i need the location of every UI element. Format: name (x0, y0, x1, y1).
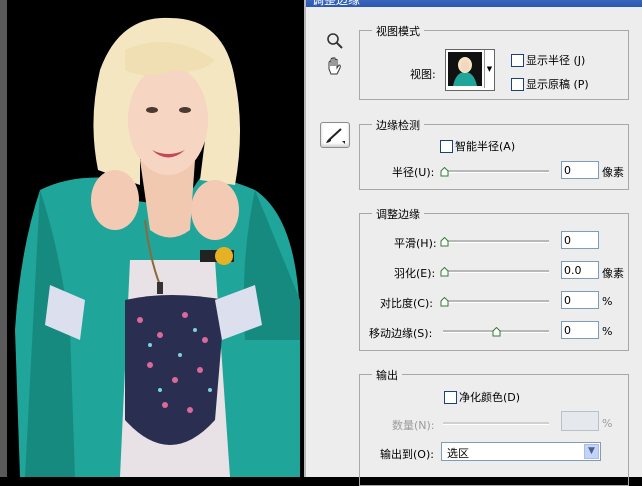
smooth-label: 平滑(H): (394, 237, 437, 250)
output-to-value: 选区 (447, 447, 469, 460)
feather-input[interactable]: 0.0 (561, 261, 599, 279)
adjust-edge-legend: 调整边缘 (372, 206, 424, 222)
amount-slider-track (443, 422, 549, 425)
edge-detection-group: 边缘检测 (359, 117, 629, 190)
view-label: 视图: (410, 68, 436, 81)
view-mode-picker[interactable]: ▼ (445, 49, 495, 91)
contrast-input[interactable]: 0 (561, 291, 599, 309)
contrast-unit: % (602, 295, 613, 308)
portrait-photo (15, 17, 300, 477)
radius-input[interactable]: 0 (561, 161, 599, 179)
shift-edge-input[interactable]: 0 (561, 321, 599, 339)
output-to-select[interactable]: 选区 ▼ (441, 442, 601, 461)
radius-slider-track[interactable] (443, 170, 549, 173)
canvas-preview[interactable] (0, 0, 304, 477)
contrast-slider-thumb[interactable] (440, 297, 449, 307)
smooth-input[interactable]: 0 (561, 231, 599, 249)
feather-slider-thumb[interactable] (440, 267, 449, 277)
view-mode-legend: 视图模式 (372, 23, 424, 39)
hand-icon[interactable] (324, 57, 342, 75)
show-original-checkbox[interactable] (511, 78, 524, 91)
smooth-slider-thumb[interactable] (440, 237, 449, 247)
amount-unit: % (602, 417, 613, 430)
decontaminate-label: 净化颜色(D) (459, 391, 521, 404)
dialog-titlebar: 调整边缘 (306, 0, 642, 7)
feather-unit: 像素 (602, 267, 624, 280)
shift-edge-label: 移动边缘(S): (369, 327, 433, 340)
chevron-down-icon[interactable]: ▼ (584, 444, 599, 459)
show-radius-checkbox[interactable] (511, 54, 524, 67)
output-to-label: 输出到(O): (380, 448, 434, 461)
decontaminate-checkbox[interactable] (444, 391, 457, 404)
shift-edge-unit: % (602, 325, 613, 338)
radius-slider-thumb[interactable] (440, 167, 449, 177)
refine-radius-tool-button[interactable] (320, 122, 350, 148)
feather-label: 羽化(E): (394, 267, 436, 280)
shift-edge-slider-thumb[interactable] (492, 327, 501, 337)
chevron-down-icon[interactable]: ▼ (484, 50, 494, 88)
radius-unit: 像素 (602, 166, 624, 179)
contrast-slider-track[interactable] (443, 300, 549, 303)
feather-slider-track[interactable] (443, 270, 549, 273)
radius-label: 半径(U): (392, 166, 435, 179)
view-thumbnail (448, 52, 482, 86)
show-original-label: 显示原稿 (P) (526, 78, 589, 91)
contrast-label: 对比度(C): (380, 297, 433, 310)
amount-label: 数量(N): (392, 419, 435, 432)
show-radius-label: 显示半径 (J) (526, 54, 586, 67)
output-legend: 输出 (372, 367, 402, 383)
smart-radius-label: 智能半径(A) (455, 140, 516, 153)
amount-input (561, 411, 599, 431)
smooth-slider-track[interactable] (443, 240, 549, 243)
edge-detection-legend: 边缘检测 (372, 117, 424, 133)
dialog-title: 调整边缘 (312, 0, 361, 7)
smart-radius-checkbox[interactable] (440, 140, 453, 153)
brush-icon (326, 128, 345, 144)
zoom-icon[interactable] (326, 32, 344, 50)
